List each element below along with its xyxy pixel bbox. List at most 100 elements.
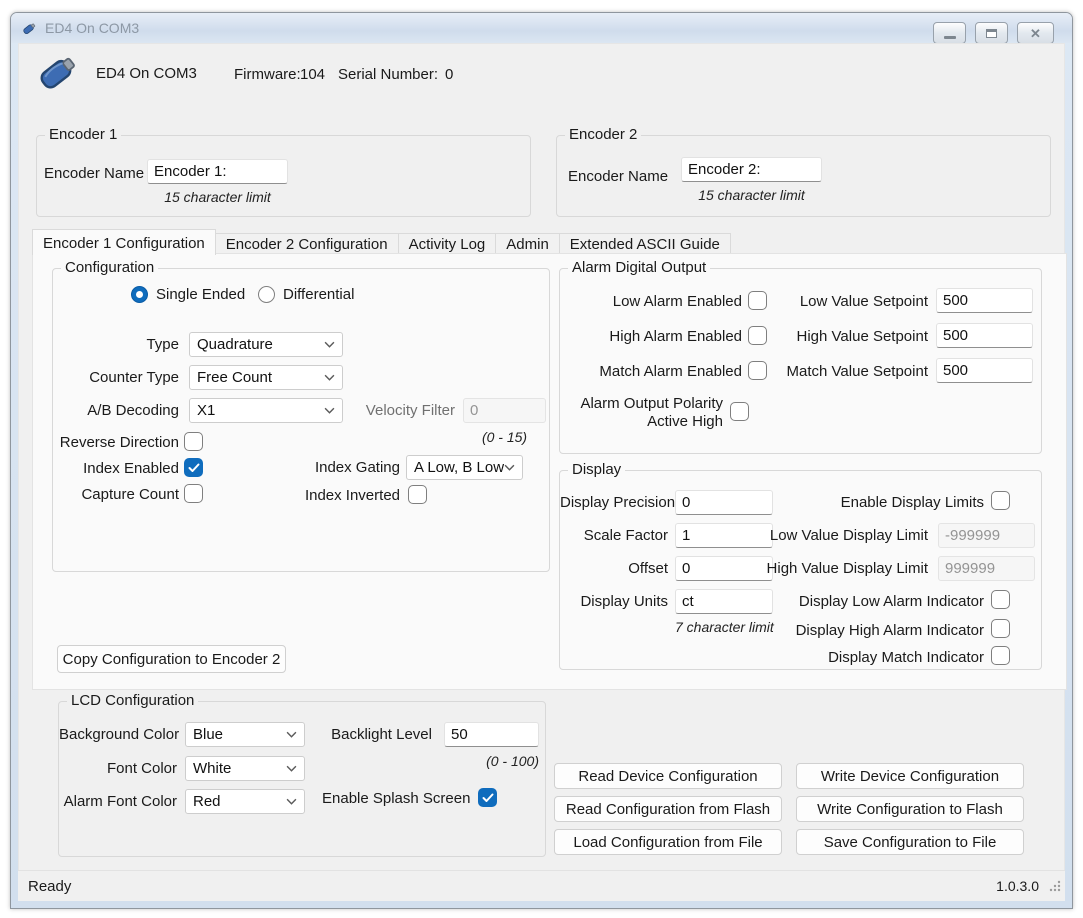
close-button[interactable]: ✕ xyxy=(1017,22,1054,44)
tab-extended-ascii-guide[interactable]: Extended ASCII Guide xyxy=(559,233,731,254)
device-icon xyxy=(35,51,81,93)
enable-splash-screen-checkbox[interactable] xyxy=(478,788,497,807)
reverse-direction-label: Reverse Direction xyxy=(53,434,179,451)
display-precision-input[interactable] xyxy=(675,490,773,515)
background-color-combobox[interactable]: Blue xyxy=(185,722,305,747)
write-configuration-to-flash-button[interactable]: Write Configuration to Flash xyxy=(796,796,1024,822)
tab-activity-log[interactable]: Activity Log xyxy=(398,233,497,254)
index-gating-combobox[interactable]: A Low, B Low xyxy=(406,455,523,480)
alarm-group-title: Alarm Digital Output xyxy=(568,259,710,276)
index-inverted-checkbox[interactable] xyxy=(408,485,427,504)
check-icon xyxy=(482,793,494,803)
counter-type-label: Counter Type xyxy=(53,369,179,386)
screen: ED4 On COM3 ✕ ED4 On COM3 Firmware: 104 … xyxy=(0,0,1083,918)
background-color-label: Background Color xyxy=(59,726,177,743)
display-high-alarm-indicator-checkbox[interactable] xyxy=(991,619,1010,638)
close-icon: ✕ xyxy=(1030,27,1041,40)
titlebar[interactable]: ED4 On COM3 ✕ xyxy=(11,13,1072,43)
write-device-configuration-button[interactable]: Write Device Configuration xyxy=(796,763,1024,789)
display-group-title: Display xyxy=(568,461,625,478)
alarm-output-polarity-label-line1: Alarm Output Polarity xyxy=(560,395,723,413)
lcd-group-title: LCD Configuration xyxy=(67,692,198,709)
enable-splash-screen-label: Enable Splash Screen xyxy=(322,790,470,807)
high-alarm-enabled-checkbox[interactable] xyxy=(748,326,767,345)
counter-type-combobox[interactable]: Free Count xyxy=(189,365,343,390)
minimize-button[interactable] xyxy=(933,22,966,44)
high-value-setpoint-input[interactable] xyxy=(936,323,1033,348)
enable-display-limits-checkbox[interactable] xyxy=(991,491,1010,510)
alarm-font-color-combobox[interactable]: Red xyxy=(185,789,305,814)
ab-decoding-label: A/B Decoding xyxy=(53,402,179,419)
maximize-icon xyxy=(986,29,997,38)
index-gating-label: Index Gating xyxy=(300,459,400,476)
version-label: 1.0.3.0 xyxy=(996,878,1039,894)
low-alarm-enabled-checkbox[interactable] xyxy=(748,291,767,310)
load-configuration-from-file-button[interactable]: Load Configuration from File xyxy=(554,829,782,855)
encoder2-group: Encoder 2 Encoder Name 15 character limi… xyxy=(556,135,1051,217)
read-configuration-from-flash-button[interactable]: Read Configuration from Flash xyxy=(554,796,782,822)
scale-factor-label: Scale Factor xyxy=(560,527,668,544)
minimize-icon xyxy=(944,36,956,39)
high-value-setpoint-label: High Value Setpoint xyxy=(766,328,928,345)
font-color-value: White xyxy=(193,760,231,777)
font-color-combobox[interactable]: White xyxy=(185,756,305,781)
match-value-setpoint-input[interactable] xyxy=(936,358,1033,383)
display-group: Display Display Precision Scale Factor O… xyxy=(559,470,1042,670)
encoder1-group: Encoder 1 Encoder Name 15 character limi… xyxy=(36,135,531,217)
tab-admin[interactable]: Admin xyxy=(495,233,560,254)
type-combobox[interactable]: Quadrature xyxy=(189,332,343,357)
tab-encoder2-configuration[interactable]: Encoder 2 Configuration xyxy=(215,233,399,254)
tab-strip: Encoder 1 Configuration Encoder 2 Config… xyxy=(32,228,730,254)
reverse-direction-checkbox[interactable] xyxy=(184,432,203,451)
display-low-alarm-indicator-label: Display Low Alarm Indicator xyxy=(760,593,984,610)
chevron-down-icon xyxy=(324,341,335,348)
display-precision-label: Display Precision xyxy=(560,494,668,511)
encoder1-group-title: Encoder 1 xyxy=(45,126,121,143)
display-units-note: 7 character limit xyxy=(675,619,773,635)
single-ended-radio[interactable] xyxy=(131,286,148,303)
tab-encoder1-configuration[interactable]: Encoder 1 Configuration xyxy=(32,229,216,255)
enable-display-limits-label: Enable Display Limits xyxy=(760,494,984,511)
differential-radio[interactable] xyxy=(258,286,275,303)
high-alarm-enabled-label: High Alarm Enabled xyxy=(560,328,742,345)
display-high-alarm-indicator-label: Display High Alarm Indicator xyxy=(760,622,984,639)
read-device-configuration-button[interactable]: Read Device Configuration xyxy=(554,763,782,789)
resize-grip[interactable] xyxy=(1049,879,1061,897)
low-value-display-limit-label: Low Value Display Limit xyxy=(710,527,928,544)
encoder2-group-title: Encoder 2 xyxy=(565,126,641,143)
capture-count-checkbox[interactable] xyxy=(184,484,203,503)
low-value-setpoint-input[interactable] xyxy=(936,288,1033,313)
firmware-label: Firmware: xyxy=(234,66,301,83)
configuration-group: Configuration Single Ended Differential … xyxy=(52,268,550,572)
high-value-display-limit-input xyxy=(938,556,1035,581)
alarm-output-polarity-label-line2: Active High xyxy=(560,413,723,431)
ab-decoding-combobox[interactable]: X1 xyxy=(189,398,343,423)
chevron-down-icon xyxy=(286,765,297,772)
save-configuration-to-file-button[interactable]: Save Configuration to File xyxy=(796,829,1024,855)
index-enabled-checkbox[interactable] xyxy=(184,458,203,477)
chevron-down-icon xyxy=(504,464,515,471)
display-low-alarm-indicator-checkbox[interactable] xyxy=(991,590,1010,609)
app-window: ED4 On COM3 ✕ ED4 On COM3 Firmware: 104 … xyxy=(10,12,1073,909)
ab-decoding-value: X1 xyxy=(197,402,215,419)
match-alarm-enabled-checkbox[interactable] xyxy=(748,361,767,380)
copy-configuration-button[interactable]: Copy Configuration to Encoder 2 xyxy=(57,645,286,673)
alarm-output-polarity-checkbox[interactable] xyxy=(730,402,749,421)
maximize-button[interactable] xyxy=(975,22,1008,44)
encoder1-limit-note: 15 character limit xyxy=(147,189,288,205)
font-color-label: Font Color xyxy=(59,760,177,777)
offset-label: Offset xyxy=(560,560,668,577)
encoder2-name-input[interactable] xyxy=(681,157,822,182)
display-match-indicator-checkbox[interactable] xyxy=(991,646,1010,665)
encoder1-name-input[interactable] xyxy=(147,159,288,184)
backlight-level-label: Backlight Level xyxy=(322,726,432,743)
backlight-level-input[interactable] xyxy=(444,722,539,747)
match-value-setpoint-label: Match Value Setpoint xyxy=(766,363,928,380)
alarm-digital-output-group: Alarm Digital Output Low Alarm Enabled L… xyxy=(559,268,1042,454)
index-enabled-label: Index Enabled xyxy=(53,460,179,477)
display-units-input[interactable] xyxy=(675,589,773,614)
index-inverted-label: Index Inverted xyxy=(300,487,400,504)
type-value: Quadrature xyxy=(197,336,273,353)
capture-count-label: Capture Count xyxy=(53,486,179,503)
type-label: Type xyxy=(53,336,179,353)
